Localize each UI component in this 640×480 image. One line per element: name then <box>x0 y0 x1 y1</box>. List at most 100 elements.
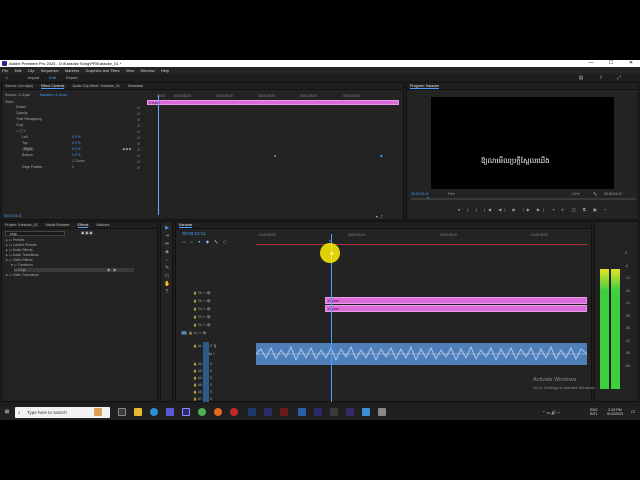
work-area-bar[interactable] <box>256 244 588 245</box>
effect-crop[interactable]: Crop <box>16 123 23 127</box>
crop-zoom-checkbox[interactable]: ☐ Zoom <box>72 159 85 163</box>
hand-tool-icon[interactable]: ✋ <box>164 281 170 287</box>
premiere-pro-icon[interactable] <box>264 408 272 416</box>
app-icon-1[interactable] <box>330 408 338 416</box>
timeline-tool-icons[interactable]: ⤼ ⊂ ▼ ◆ 🔧 ▢ <box>182 240 229 244</box>
transport-controls[interactable]: ▾ { } |◀ ◀| ▶ |▶ ▶| ⇥ ⇤ ◫ ⧉ ▣ + <box>458 207 609 212</box>
store-icon[interactable] <box>166 408 174 416</box>
tab-project[interactable]: Project: Karaoke_01 <box>5 223 38 227</box>
clock[interactable]: 2:29 PM 9/12/2023 <box>603 408 627 416</box>
close-button[interactable]: ✕ <box>624 60 638 67</box>
clip-v5[interactable]: 2-3.psd <box>325 297 587 304</box>
menu-sequence[interactable]: Sequence <box>41 68 59 73</box>
menu-clip[interactable]: Clip <box>28 68 35 73</box>
menu-markers[interactable]: Markers <box>65 68 79 73</box>
program-resolution-dropdown[interactable]: 1/2 ▾ <box>572 192 579 196</box>
program-settings-icon[interactable]: 🔧 <box>593 192 597 196</box>
rectangle-tool-icon[interactable]: ▭ <box>164 273 170 279</box>
fullscreen-icon[interactable]: ⤢ <box>616 75 622 81</box>
menu-graphics[interactable]: Graphics and Titles <box>85 68 119 73</box>
tab-effects[interactable]: Effects <box>77 223 89 228</box>
sequence-path[interactable]: Karaoke • 2-3.psd <box>40 93 67 97</box>
workspaces-icon[interactable]: ▤ <box>578 75 584 81</box>
app-icon-2[interactable] <box>362 408 370 416</box>
track-v4[interactable]: 🔒 V4 ▭ 👁 <box>193 307 211 311</box>
effect-time-remapping[interactable]: Time Remapping <box>16 117 42 121</box>
menu-edit[interactable]: Edit <box>15 68 22 73</box>
ec-clip-bar[interactable]: 2-3.psd <box>147 100 399 105</box>
audio-clip-a1[interactable] <box>256 343 587 365</box>
tab-timeline-karaoke[interactable]: Karaoke <box>179 223 193 228</box>
start-icon[interactable]: ⊞ <box>4 409 10 415</box>
workspace-import[interactable]: Import <box>28 74 39 82</box>
system-tray-icons[interactable]: ⌃ ▭ 🔊 ⌁ <box>542 410 560 415</box>
premiere-taskbar-icon[interactable] <box>182 408 190 416</box>
acrobat-icon[interactable] <box>280 408 288 416</box>
tree-crop[interactable]: ▭ Crop ▣ ▣ <box>14 268 134 272</box>
tab-source[interactable]: Source: (no clips) <box>5 84 33 88</box>
crop-top-value[interactable]: 0.0 % <box>72 141 81 145</box>
clip-v4[interactable]: 2-3.psd <box>325 305 587 312</box>
cat-widget-icon[interactable] <box>94 408 102 416</box>
program-playhead-marker[interactable]: ▾ <box>427 196 429 200</box>
tree-lumetri-presets[interactable]: ▸ ▭ Lumetri Presets <box>6 243 37 247</box>
effect-opacity[interactable]: Opacity <box>16 111 28 115</box>
crop-left-value[interactable]: 0.0 % <box>72 135 81 139</box>
source-patch-v1[interactable]: V1 <box>181 331 187 335</box>
menu-window[interactable]: Window <box>140 68 154 73</box>
menu-help[interactable]: Help <box>161 68 169 73</box>
crop-mask-icons[interactable]: ○ ▢ ✎ <box>16 129 26 133</box>
pen-tool-icon[interactable]: ✎ <box>164 265 170 271</box>
ec-filter-icons[interactable]: ▼ ⤴ <box>375 214 383 219</box>
tab-metadata[interactable]: Metadata <box>128 84 143 88</box>
selection-tool-icon[interactable]: ▶ <box>164 225 170 231</box>
word-icon[interactable] <box>298 408 306 416</box>
timeline-timecode[interactable]: 00:00:23:11 <box>182 231 205 236</box>
tree-transform[interactable]: ▾ ▭ Transform <box>11 263 33 267</box>
track-v5[interactable]: 🔒 V5 ▭ 👁 <box>193 299 211 303</box>
program-fit-dropdown[interactable]: Fit ▾ <box>448 192 454 196</box>
minimize-button[interactable]: — <box>584 60 598 67</box>
ec-keyframe-dot[interactable]: ● <box>274 154 276 158</box>
media-encoder-icon[interactable] <box>346 408 354 416</box>
tab-audio-clip-mixer[interactable]: Audio Clip Mixer: Karaoke_01 <box>72 84 120 88</box>
track-v2[interactable]: 🔒 V2 ▭ 👁 <box>193 323 211 327</box>
file-explorer-icon[interactable] <box>134 408 142 416</box>
opera-icon[interactable] <box>230 408 238 416</box>
tab-media-browser[interactable]: Media Browser <box>46 223 70 227</box>
crop-bottom-value[interactable]: 0.0 % <box>72 153 81 157</box>
app-icon-3[interactable] <box>378 408 386 416</box>
track-select-tool-icon[interactable]: ⇥ <box>164 233 170 239</box>
keyframe-nav-icons[interactable]: ◀ ◆ ▶ <box>122 147 132 151</box>
home-icon[interactable]: ⌂ <box>4 75 10 81</box>
menu-file[interactable]: File <box>2 68 8 73</box>
language-indicator[interactable]: ENG INTL <box>590 408 598 416</box>
effects-search-input[interactable]: crop <box>5 231 65 236</box>
ec-keyframe-diamond[interactable]: ◆ <box>380 154 383 158</box>
ec-playhead[interactable] <box>158 95 159 215</box>
firefox-icon[interactable] <box>214 408 222 416</box>
tree-presets[interactable]: ▸ ▭ Presets <box>6 238 24 242</box>
tree-audio-effects[interactable]: ▸ ▭ Audio Effects <box>6 248 33 252</box>
edge-feather-value[interactable]: 0 <box>72 165 74 169</box>
ripple-edit-tool-icon[interactable]: ⇹ <box>164 241 170 247</box>
program-video-frame[interactable]: ឱ្យលាមើលប្រក្ដីស្ដែលឃើង <box>431 97 614 189</box>
effects-filter-icons[interactable]: ▣ ▣ ▣ <box>81 231 93 235</box>
task-view-icon[interactable] <box>118 408 126 416</box>
audio-target-strip[interactable] <box>203 342 209 402</box>
slip-tool-icon[interactable]: ↔ <box>164 257 170 263</box>
quick-export-icon[interactable]: ⇪ <box>598 75 604 81</box>
program-scrubber[interactable] <box>411 198 636 200</box>
workspace-export[interactable]: Export <box>66 74 78 82</box>
razor-tool-icon[interactable]: ◈ <box>164 249 170 255</box>
tree-audio-transitions[interactable]: ▸ ▭ Audio Transitions <box>6 253 39 257</box>
tree-video-effects[interactable]: ▾ ▭ Video Effects <box>6 258 33 262</box>
after-effects-icon[interactable] <box>314 408 322 416</box>
type-tool-icon[interactable]: T <box>164 289 170 295</box>
track-v6[interactable]: 🔒 V6 ▭ 👁 <box>193 291 211 295</box>
menu-view[interactable]: View <box>126 68 135 73</box>
chrome-icon[interactable] <box>198 408 206 416</box>
photoshop-icon[interactable] <box>248 408 256 416</box>
edge-icon[interactable] <box>150 408 158 416</box>
tab-markers[interactable]: Markers <box>96 223 109 227</box>
